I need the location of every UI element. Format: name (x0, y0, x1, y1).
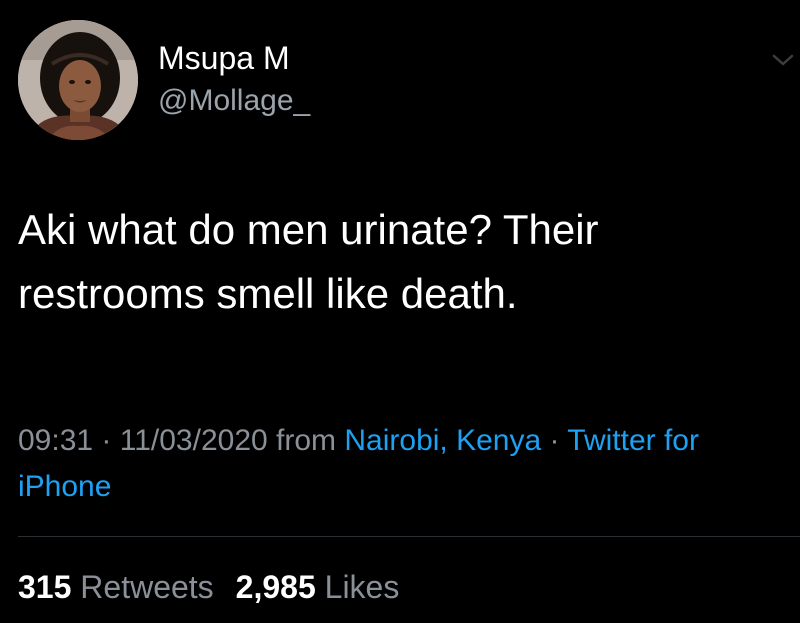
tweet-text: Aki what do men urinate? Their restrooms… (18, 206, 599, 317)
chevron-down-icon[interactable] (772, 50, 794, 70)
user-name[interactable]: Msupa M (158, 40, 290, 76)
meta-separator: · (101, 424, 112, 457)
tweet-time[interactable]: 09:31 (18, 424, 93, 457)
location-link[interactable]: Nairobi, Kenya (344, 424, 541, 457)
avatar[interactable] (18, 20, 138, 140)
meta-separator-2: · (549, 424, 560, 457)
likes-label[interactable]: Likes (325, 569, 400, 605)
likes-count[interactable]: 2,985 (236, 569, 316, 605)
from-label: from (276, 424, 337, 457)
tweet-date[interactable]: 11/03/2020 (120, 424, 268, 457)
retweets-label[interactable]: Retweets (80, 569, 213, 605)
user-handle[interactable]: @Mollage_ (158, 84, 310, 118)
retweets-count[interactable]: 315 (18, 569, 71, 605)
avatar-photo (18, 20, 138, 140)
divider (18, 536, 800, 537)
tweet-meta: 09:31 · 11/03/2020 from Nairobi, Kenya ·… (18, 418, 788, 510)
tweet-detail: Msupa M @Mollage_ Aki what do men urinat… (0, 0, 800, 623)
tweet-stats: 315 Retweets 2,985 Likes (18, 566, 399, 608)
